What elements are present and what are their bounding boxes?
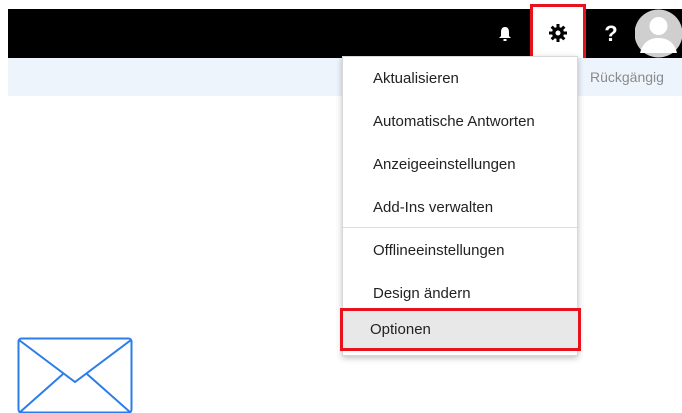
menu-separator — [343, 227, 579, 228]
menu-item-manage-addins[interactable]: Add-Ins verwalten — [343, 186, 579, 229]
account-avatar[interactable] — [635, 9, 682, 58]
top-navigation-bar: ? — [8, 4, 682, 62]
menu-item-label: Offlineeinstellungen — [373, 242, 505, 259]
undo-button[interactable]: Rückgängig — [590, 69, 664, 85]
bell-icon — [499, 26, 511, 41]
avatar-icon — [635, 9, 682, 58]
menu-item-label: Design ändern — [373, 285, 471, 302]
notifications-button[interactable] — [482, 9, 528, 58]
menu-item-label: Aktualisieren — [373, 70, 459, 87]
help-button[interactable]: ? — [588, 9, 634, 58]
menu-item-automatic-replies[interactable]: Automatische Antworten — [343, 100, 579, 143]
menu-item-offline-settings[interactable]: Offlineeinstellungen — [343, 229, 579, 272]
settings-dropdown-menu: Aktualisieren Automatische Antworten Anz… — [340, 56, 581, 356]
menu-item-refresh[interactable]: Aktualisieren — [343, 57, 579, 100]
menu-item-label: Optionen — [370, 321, 431, 338]
menu-item-display-settings[interactable]: Anzeigeeinstellungen — [343, 143, 579, 186]
settings-button[interactable] — [530, 4, 586, 62]
envelope-icon — [17, 337, 133, 413]
menu-item-label: Add-Ins verwalten — [373, 199, 494, 216]
menu-item-label: Automatische Antworten — [373, 113, 535, 130]
menu-item-options[interactable]: Optionen — [340, 308, 581, 351]
menu-item-label: Anzeigeeinstellungen — [373, 156, 516, 173]
gear-icon — [549, 24, 567, 42]
help-icon: ? — [604, 20, 618, 46]
